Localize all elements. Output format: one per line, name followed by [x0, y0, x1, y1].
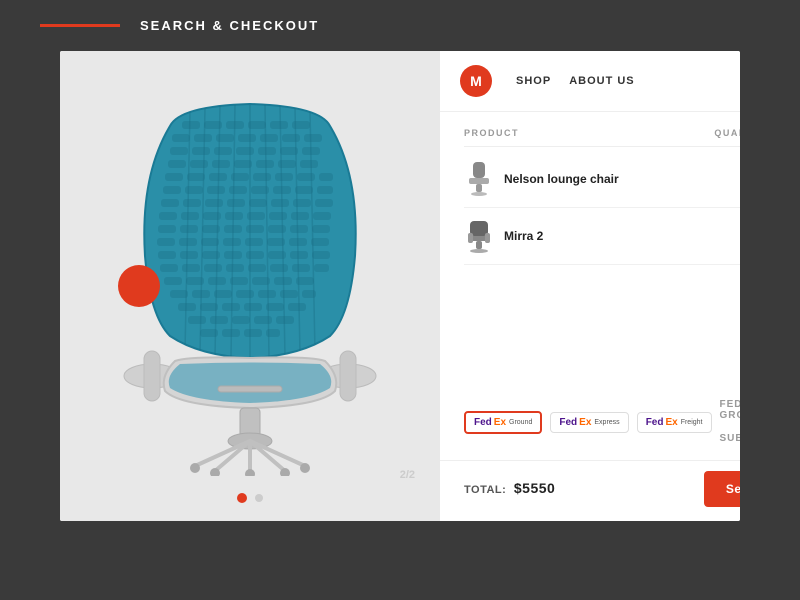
product-image-area: 2/2 — [60, 51, 440, 521]
fedex-logo-6: Ex — [665, 417, 677, 428]
checkout-button[interactable]: Secure Checkout — [704, 471, 740, 507]
total-final-value: $5550 — [514, 480, 555, 496]
col-header-quantity: QUANTITY — [703, 128, 740, 138]
fedex-ground-option[interactable]: FedEx Ground — [464, 411, 542, 434]
fedex-sub-3: Freight — [681, 419, 703, 426]
fedex-logo-1: Fed — [474, 417, 492, 428]
table-row: Mirra 2 1 $2300 — [464, 208, 740, 265]
nav-shop[interactable]: SHOP — [516, 75, 551, 87]
nav-links: SHOP ABOUT US — [516, 75, 740, 87]
product-name: Mirra 2 — [504, 229, 543, 243]
product-quantity: 1 — [703, 229, 740, 243]
color-swatch-orange[interactable] — [118, 265, 160, 307]
fedex-logo-2: Ex — [494, 417, 506, 428]
checkout-panel: M SHOP ABOUT US CART(2) PRODUCT QUANTITY… — [440, 51, 740, 521]
logo[interactable]: M — [460, 65, 492, 97]
total-final: TOTAL: $5550 — [464, 480, 555, 498]
product-quantity: 2 — [703, 172, 740, 186]
fedex-express-option[interactable]: FedEx Express — [550, 412, 628, 433]
shipping-section: FedEx Ground FedEx Express FedEx Freight… — [440, 384, 740, 461]
fedex-label: FEDEX GROUND: — [720, 399, 741, 421]
table-header: PRODUCT QUANTITY TOTAL — [464, 128, 740, 147]
page-header: SEARCH & CHECKOUT — [0, 0, 800, 51]
product-icon — [464, 161, 494, 197]
product-icon — [464, 218, 494, 254]
slide-dot-2[interactable] — [255, 494, 263, 502]
subtotal-row: SUBTOTAL: $5500 — [720, 426, 741, 450]
product-info: Nelson lounge chair — [464, 161, 703, 197]
page-title: SEARCH & CHECKOUT — [140, 18, 319, 33]
header-accent-line — [40, 24, 120, 27]
fedex-total-row: FEDEX GROUND: $50 — [720, 394, 741, 426]
total-label: TOTAL: $5550 — [464, 484, 555, 496]
checkout-bar: TOTAL: $5550 Secure Checkout — [440, 461, 740, 521]
nav-about[interactable]: ABOUT US — [569, 75, 634, 87]
slide-dot-1[interactable] — [237, 493, 247, 503]
shipping-cost-area: FEDEX GROUND: $50 SUBTOTAL: $5500 — [720, 394, 741, 450]
col-header-product: PRODUCT — [464, 128, 703, 138]
fedex-freight-option[interactable]: FedEx Freight — [637, 412, 712, 433]
fedex-sub-2: Express — [594, 419, 619, 426]
slide-indicator — [237, 493, 263, 503]
slide-number: 2/2 — [400, 469, 415, 481]
main-card: 2/2 M SHOP ABOUT US CART(2) PRODUCT QUAN… — [60, 51, 740, 521]
product-table: PRODUCT QUANTITY TOTAL Nelson lounge cha… — [440, 112, 740, 384]
subtotal-label: SUBTOTAL: — [720, 433, 741, 444]
product-rows: Nelson lounge chair 2 $1600 Mirra 2 1 $2… — [464, 151, 740, 265]
nav-bar: M SHOP ABOUT US CART(2) — [440, 51, 740, 112]
table-row: Nelson lounge chair 2 $1600 — [464, 151, 740, 208]
fedex-sub-1: Ground — [509, 419, 532, 426]
product-name: Nelson lounge chair — [504, 172, 619, 186]
fedex-logo-4: Ex — [579, 417, 591, 428]
product-info: Mirra 2 — [464, 218, 703, 254]
fedex-logo-3: Fed — [559, 417, 577, 428]
chair-image — [60, 51, 440, 521]
fedex-logo-5: Fed — [646, 417, 664, 428]
